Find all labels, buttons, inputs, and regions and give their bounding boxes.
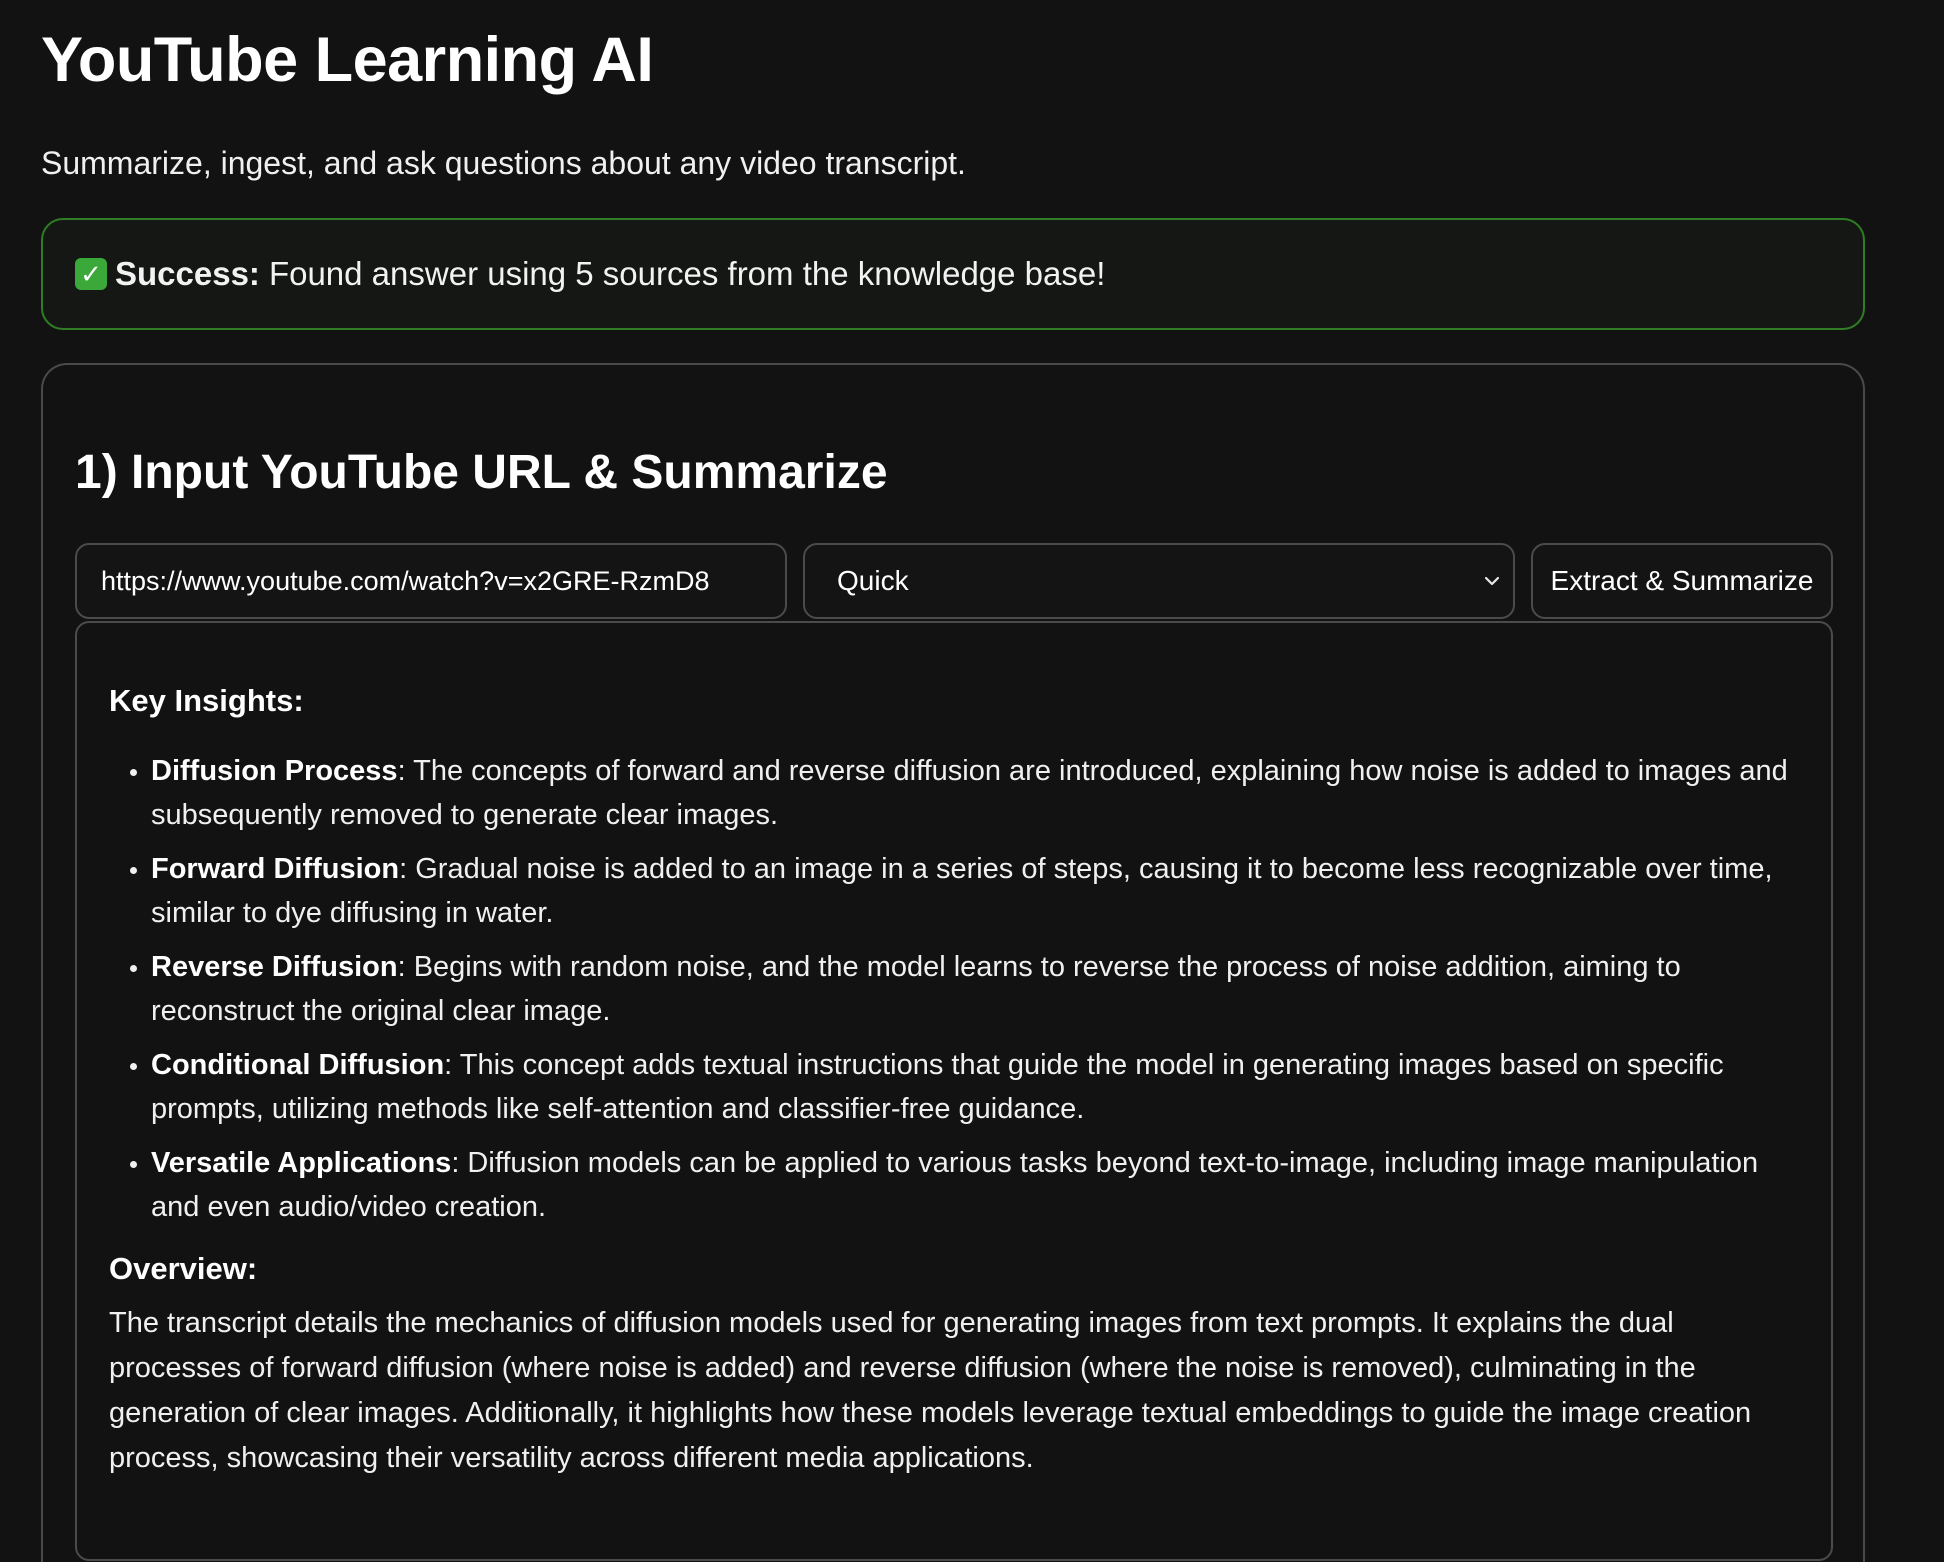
overview-heading: Overview: [109, 1251, 258, 1286]
summary-output: Key Insights: Diffusion Process: The con… [75, 621, 1833, 1561]
summary-mode-value: Quick [837, 565, 909, 596]
list-item: Conditional Diffusion: This concept adds… [151, 1043, 1797, 1131]
check-mark-icon: ✓ [75, 258, 107, 290]
app-subtitle: Summarize, ingest, and ask questions abo… [41, 145, 966, 181]
key-insights-heading: Key Insights: [109, 683, 304, 718]
list-item: Forward Diffusion: Gradual noise is adde… [151, 847, 1797, 935]
chevron-down-icon [1484, 576, 1500, 586]
list-item: Reverse Diffusion: Begins with random no… [151, 945, 1797, 1033]
section-title: 1) Input YouTube URL & Summarize [75, 446, 888, 499]
insight-term: Versatile Applications [151, 1147, 452, 1179]
insight-term: Conditional Diffusion [151, 1049, 445, 1081]
extract-summarize-button[interactable]: Extract & Summarize [1531, 543, 1833, 619]
list-item: Diffusion Process: The concepts of forwa… [151, 749, 1797, 837]
summarize-section-card: 1) Input YouTube URL & Summarize Quick E… [41, 363, 1865, 1562]
insight-term: Reverse Diffusion [151, 951, 398, 983]
youtube-url-input[interactable] [75, 543, 787, 619]
insights-list: Diffusion Process: The concepts of forwa… [109, 749, 1797, 1229]
summary-mode-select[interactable]: Quick [803, 543, 1515, 619]
app-title: YouTube Learning AI [41, 25, 654, 95]
success-alert: ✓ Success: Found answer using 5 sources … [41, 218, 1865, 330]
app-page: YouTube Learning AI Summarize, ingest, a… [0, 0, 1944, 1562]
list-item: Versatile Applications: Diffusion models… [151, 1141, 1797, 1229]
url-controls: Quick Extract & Summarize [75, 543, 1833, 619]
overview-text: The transcript details the mechanics of … [109, 1307, 1752, 1474]
alert-message: Found answer using 5 sources from the kn… [268, 255, 1106, 292]
insight-term: Forward Diffusion [151, 853, 400, 885]
alert-label: Success: [115, 255, 260, 292]
insight-term: Diffusion Process [151, 755, 398, 787]
